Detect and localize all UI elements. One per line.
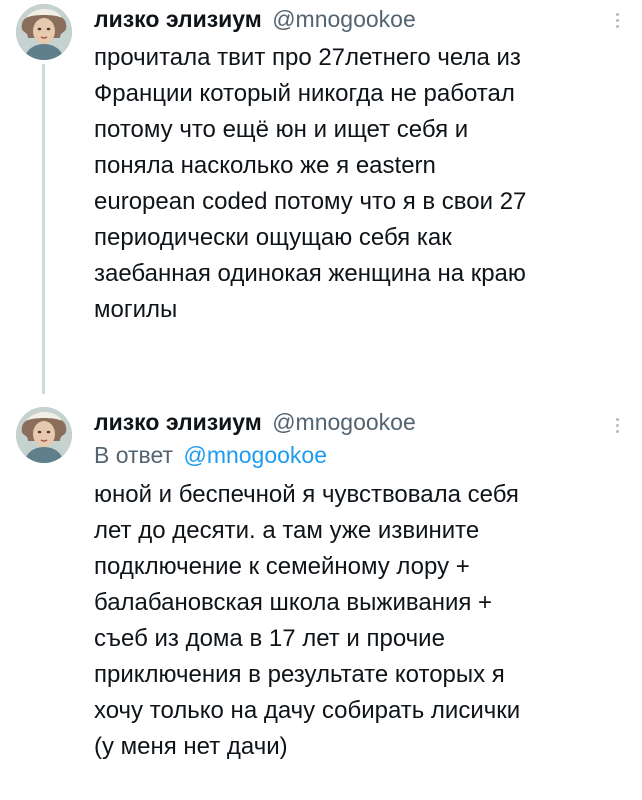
tweet-header: лизко элизиум @mnogookoe xyxy=(94,4,608,34)
tweet-text-line: поняла насколько же я eastern xyxy=(94,152,436,179)
tweet-text-line: (у меня нет дачи) xyxy=(94,733,288,760)
tweet-text-line: приключения в результате которых я xyxy=(94,661,505,688)
tweet[interactable]: лизко элизиум @mnogookoe В ответ @mnogoo… xyxy=(0,395,642,800)
tweet-text-line: заебанная одинокая женщина на краю xyxy=(94,260,526,287)
thread-connector-line xyxy=(42,64,45,394)
more-options-icon[interactable] xyxy=(610,10,624,36)
tweet-text-line: потому что ещё юн и ищет себя и xyxy=(94,116,469,143)
tweet-text-line: лет до десяти. а там уже извините xyxy=(94,517,480,544)
avatar-portrait-icon xyxy=(16,407,72,463)
display-name[interactable]: лизко элизиум xyxy=(94,409,262,435)
tweet-text-line: хочу только на дачу собирать лисички xyxy=(94,697,521,724)
tweet-text: юной и беспечной я чувствовала себя лет … xyxy=(94,477,608,765)
replying-to-handle-link[interactable]: @mnogookoe xyxy=(183,442,327,468)
tweet-text: прочитала твит про 27летнего чела из Фра… xyxy=(94,40,608,328)
user-avatar[interactable] xyxy=(16,407,72,463)
more-options-icon[interactable] xyxy=(610,415,624,441)
tweet-header: лизко элизиум @mnogookoe xyxy=(94,407,608,437)
replying-to: В ответ @mnogookoe xyxy=(94,439,608,471)
user-handle[interactable]: @mnogookoe xyxy=(272,409,416,435)
avatar-portrait-icon xyxy=(16,4,72,60)
tweet-text-line: периодически ощущаю себя как xyxy=(94,224,452,251)
display-name[interactable]: лизко элизиум xyxy=(94,6,262,32)
tweet-content: лизко элизиум @mnogookoe В ответ @mnogoo… xyxy=(94,407,608,765)
tweet-text-line: Франции который никогда не работал xyxy=(94,80,515,107)
tweet-text-line: прочитала твит про 27летнего чела из xyxy=(94,44,521,71)
user-handle[interactable]: @mnogookoe xyxy=(272,6,416,32)
tweet-text-line: балабановская школа выживания + xyxy=(94,589,493,616)
tweet-text-line: подключение к семейному лору + xyxy=(94,553,470,580)
tweet-text-line: юной и беспечной я чувствовала себя xyxy=(94,481,519,508)
tweet-text-line: european coded потому что я в свои 27 xyxy=(94,188,527,215)
user-avatar[interactable] xyxy=(16,4,72,60)
tweet-text-line: съеб из дома в 17 лет и прочие xyxy=(94,625,445,652)
tweet-content: лизко элизиум @mnogookoe прочитала твит … xyxy=(94,4,608,328)
replying-to-label: В ответ xyxy=(94,442,174,468)
tweet[interactable]: лизко элизиум @mnogookoe прочитала твит … xyxy=(0,0,642,395)
tweet-text-line: могилы xyxy=(94,296,178,323)
